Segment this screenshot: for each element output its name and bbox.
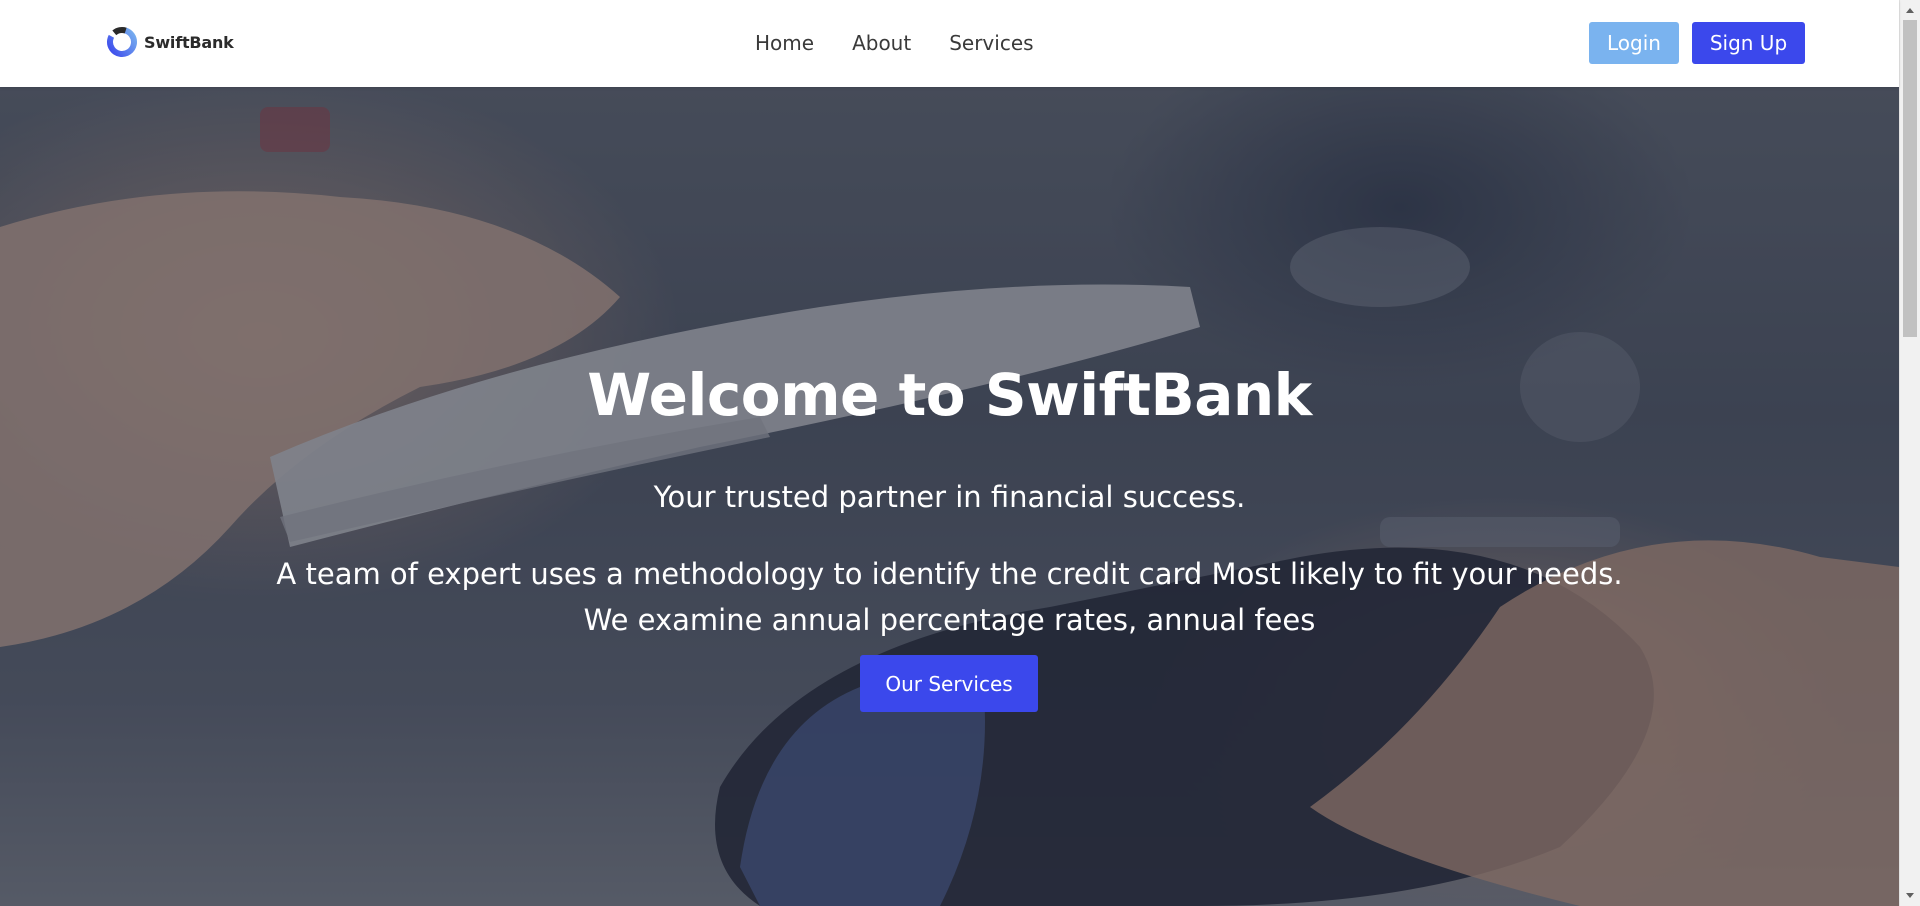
scroll-thumb[interactable] <box>1903 20 1917 337</box>
swiftbank-logo-icon <box>107 27 137 57</box>
brand[interactable]: SwiftBank <box>104 24 234 60</box>
brand-name: SwiftBank <box>144 32 234 52</box>
hero-subtitle: Your trusted partner in financial succes… <box>653 480 1246 514</box>
hero-description-line-1: A team of expert uses a methodology to i… <box>276 557 1623 591</box>
hero-title: Welcome to SwiftBank <box>587 361 1312 429</box>
auth-actions: Login Sign Up <box>1589 22 1805 64</box>
signup-button[interactable]: Sign Up <box>1692 22 1805 64</box>
hero-description-line-2: We examine annual percentage rates, annu… <box>583 603 1316 637</box>
hero-description: A team of expert uses a methodology to i… <box>0 551 1899 643</box>
page-scrollbar[interactable] <box>1899 0 1920 906</box>
chevron-down-icon[interactable] <box>1906 893 1914 898</box>
hero-section: Welcome to SwiftBank Your trusted partne… <box>0 87 1899 906</box>
page: SwiftBank Home About Services Login Sign… <box>0 0 1920 906</box>
top-navbar: SwiftBank Home About Services Login Sign… <box>0 0 1899 87</box>
login-button[interactable]: Login <box>1589 22 1679 64</box>
nav-link-services[interactable]: Services <box>949 28 1033 58</box>
our-services-button[interactable]: Our Services <box>860 655 1038 712</box>
main-nav: Home About Services <box>755 28 1034 58</box>
nav-link-about[interactable]: About <box>852 28 911 58</box>
nav-link-home[interactable]: Home <box>755 28 814 58</box>
chevron-up-icon[interactable] <box>1906 8 1914 13</box>
